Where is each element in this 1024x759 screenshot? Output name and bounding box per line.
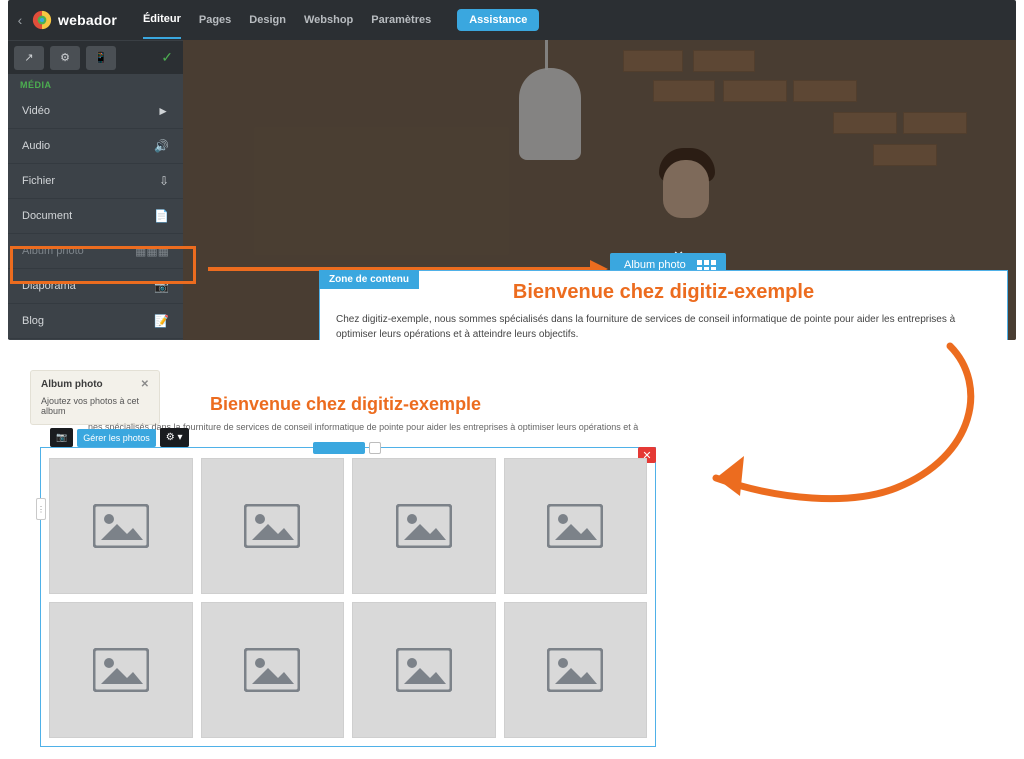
blog-icon: 📝: [154, 314, 169, 328]
mobile-preview-button[interactable]: 📱: [86, 46, 116, 70]
manage-photos-button[interactable]: Gérer les photos: [77, 429, 156, 447]
editor-top-panel: ‹ webador Éditeur Pages Design Webshop P…: [8, 0, 1016, 340]
video-icon: ►: [157, 104, 169, 118]
album-toolbar: 📷 Gérer les photos ⚙ ▾: [50, 428, 189, 447]
sidebar-item-fichier[interactable]: Fichier ⇩: [8, 164, 183, 199]
photo-placeholder[interactable]: [352, 458, 496, 594]
photo-grid: [49, 458, 647, 738]
resize-handle-left[interactable]: ⋮: [36, 498, 46, 520]
top-nav: Éditeur Pages Design Webshop Paramètres …: [143, 1, 539, 39]
tooltip-title: Album photo: [41, 379, 103, 390]
nav-parametres[interactable]: Paramètres: [371, 2, 431, 38]
tooltip-body: Ajoutez vos photos à cet album: [41, 396, 149, 416]
page-title: Bienvenue chez digitiz-exemple: [336, 281, 991, 304]
brand-text: webador: [58, 12, 117, 28]
app-header: ‹ webador Éditeur Pages Design Webshop P…: [8, 0, 1016, 40]
sidebar-item-diaporama[interactable]: Diaporama 📷: [8, 269, 183, 304]
widgets-sidebar: MÉDIA Vidéo ► Audio 🔊 Fichier ⇩ Document…: [8, 74, 183, 340]
sidebar-item-album-photo[interactable]: Album photo ▦▦▦: [8, 234, 183, 269]
download-icon: ⇩: [159, 174, 169, 188]
album-settings-button[interactable]: ⚙ ▾: [160, 428, 189, 447]
sidebar-item-video[interactable]: Vidéo ►: [8, 94, 183, 129]
upload-button[interactable]: 📷: [50, 428, 73, 447]
editor-subbar: ↗ ⚙ 📱 ✓: [8, 40, 183, 74]
open-external-button[interactable]: ↗: [14, 46, 44, 70]
album-widget[interactable]: ✕ ⋮: [40, 447, 656, 747]
album-tooltip: Album photo ✕ Ajoutez vos photos à cet a…: [30, 370, 160, 425]
resize-handle-top[interactable]: [313, 442, 383, 454]
nav-pages[interactable]: Pages: [199, 2, 231, 38]
zone-tag: Zone de contenu: [319, 270, 419, 289]
document-icon: 📄: [154, 209, 169, 223]
photo-placeholder[interactable]: [49, 602, 193, 738]
annotation-arrow-2: [700, 338, 990, 508]
page-intro-text: Chez digitiz-exemple, nous sommes spécia…: [336, 312, 991, 340]
sidebar-item-audio[interactable]: Audio 🔊: [8, 129, 183, 164]
page-title: Bienvenue chez digitiz-exemple: [210, 394, 481, 415]
image-icon: 📷: [56, 432, 67, 443]
settings-button[interactable]: ⚙: [50, 46, 80, 70]
back-button[interactable]: ‹: [8, 12, 32, 28]
sidebar-heading: MÉDIA: [8, 74, 183, 94]
slideshow-icon: 📷: [154, 279, 169, 293]
photo-placeholder[interactable]: [504, 602, 648, 738]
logo-icon: [32, 10, 52, 30]
sidebar-item-blog[interactable]: Blog 📝: [8, 304, 183, 339]
photo-placeholder[interactable]: [504, 458, 648, 594]
sidebar-item-document[interactable]: Document 📄: [8, 199, 183, 234]
grid-icon: ▦▦▦: [135, 244, 169, 258]
photo-placeholder[interactable]: [352, 602, 496, 738]
photo-placeholder[interactable]: [201, 602, 345, 738]
photo-placeholder[interactable]: [49, 458, 193, 594]
nav-editeur[interactable]: Éditeur: [143, 1, 181, 39]
nav-assistance[interactable]: Assistance: [457, 9, 539, 31]
brand[interactable]: webador: [32, 10, 117, 30]
nav-design[interactable]: Design: [249, 2, 286, 38]
photo-placeholder[interactable]: [201, 458, 345, 594]
nav-webshop[interactable]: Webshop: [304, 2, 353, 38]
saved-check-icon: ✓: [161, 49, 173, 66]
tooltip-close-icon[interactable]: ✕: [141, 379, 149, 390]
editor-bottom-panel: Album photo ✕ Ajoutez vos photos à cet a…: [30, 370, 680, 750]
speaker-icon: 🔊: [154, 139, 169, 153]
content-zone[interactable]: Zone de contenu Bienvenue chez digitiz-e…: [319, 270, 1008, 340]
